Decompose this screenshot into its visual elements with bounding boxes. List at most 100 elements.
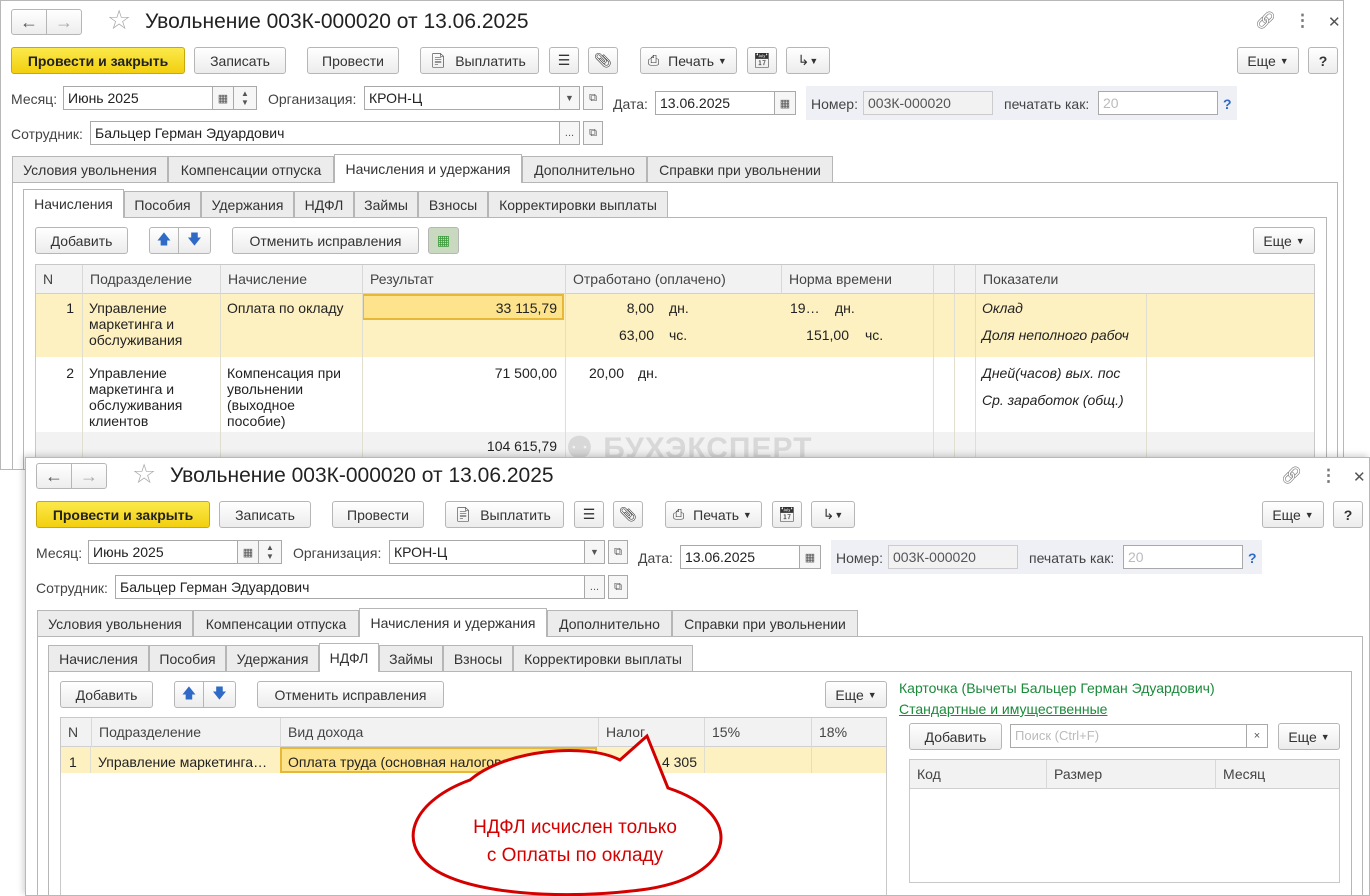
tab-additional[interactable]: Дополнительно xyxy=(547,610,672,637)
tab-accruals-deductions[interactable]: Начисления и удержания xyxy=(359,608,547,637)
subtab-benefits[interactable]: Пособия xyxy=(149,645,226,672)
month-input[interactable]: Июнь 2025 xyxy=(63,86,213,110)
organization-input[interactable]: КРОН-Ц xyxy=(389,540,605,564)
back-arrow-icon[interactable]: ← xyxy=(36,463,72,489)
subtab-payment-corrections[interactable]: Корректировки выплаты xyxy=(488,191,668,218)
subtab-loans[interactable]: Займы xyxy=(354,191,418,218)
report-icon[interactable]: ☰ xyxy=(574,501,604,528)
pay-button[interactable]: 📄︎ Выплатить xyxy=(445,501,564,528)
open-icon[interactable]: ⧉ xyxy=(583,121,603,145)
favorite-star-icon[interactable]: ☆ xyxy=(132,461,156,488)
menu-dots-icon[interactable]: ⋮ xyxy=(1320,467,1337,484)
open-icon[interactable]: ⧉ xyxy=(583,86,603,110)
tab-dismissal-certificates[interactable]: Справки при увольнении xyxy=(647,156,833,183)
column-header[interactable]: Отработано (оплачено) xyxy=(565,265,781,294)
tab-vacation-compensation[interactable]: Компенсации отпуска xyxy=(168,156,334,183)
help-button[interactable]: ? xyxy=(1308,47,1338,74)
more-button[interactable]: Еще ▼ xyxy=(1262,501,1324,528)
close-icon[interactable]: ✕ xyxy=(1328,13,1341,31)
month-stepper[interactable]: ▲ ▼ xyxy=(258,540,282,564)
tab-dismissal-conditions[interactable]: Условия увольнения xyxy=(37,610,193,637)
column-header[interactable]: Результат xyxy=(362,265,565,294)
deductions-add-button[interactable]: Добавить xyxy=(909,723,1002,750)
print-button[interactable]: ⎙ Печать ▼ xyxy=(665,501,762,528)
attachment-icon[interactable]: 📎︎ xyxy=(613,501,643,528)
open-icon[interactable]: ⧉ xyxy=(608,575,628,599)
dropdown-arrow-icon[interactable]: ▼ xyxy=(584,540,605,564)
organization-input[interactable]: КРОН-Ц xyxy=(364,86,580,110)
column-header[interactable]: Месяц xyxy=(1215,760,1339,789)
create-based-on-icon[interactable]: ↳ ▼ xyxy=(811,501,855,528)
post-and-close-button[interactable]: Провести и закрыть xyxy=(11,47,185,74)
print-button[interactable]: ⎙ Печать ▼ xyxy=(640,47,737,74)
grid-more-button[interactable]: Еще ▼ xyxy=(1253,227,1315,254)
menu-dots-icon[interactable]: ⋮ xyxy=(1294,12,1311,29)
subtab-deductions[interactable]: Удержания xyxy=(201,191,294,218)
pay-button[interactable]: 📄︎ Выплатить xyxy=(420,47,539,74)
tab-vacation-compensation[interactable]: Компенсации отпуска xyxy=(193,610,359,637)
subtab-accruals[interactable]: Начисления xyxy=(48,645,149,672)
back-arrow-icon[interactable]: ← xyxy=(11,9,47,35)
date-input[interactable]: 13.06.2025 xyxy=(680,545,800,569)
open-icon[interactable]: ⧉ xyxy=(608,540,628,564)
date-input[interactable]: 13.06.2025 xyxy=(655,91,775,115)
move-down-icon[interactable]: 🡇 xyxy=(178,227,211,254)
subtab-payment-corrections[interactable]: Корректировки выплаты xyxy=(513,645,693,672)
cancel-corrections-button[interactable]: Отменить исправления xyxy=(257,681,444,708)
dropdown-arrow-icon[interactable]: ▼ xyxy=(559,86,580,110)
tab-additional[interactable]: Дополнительно xyxy=(522,156,647,183)
help-question-icon[interactable]: ? xyxy=(1248,550,1257,566)
more-button[interactable]: Еще ▼ xyxy=(1237,47,1299,74)
deductions-more-button[interactable]: Еще ▼ xyxy=(1278,723,1340,750)
card-link[interactable]: Карточка (Вычеты Бальцер Герман Эдуардов… xyxy=(899,680,1215,696)
tab-accruals-deductions[interactable]: Начисления и удержания xyxy=(334,154,522,183)
subtab-ndfl[interactable]: НДФЛ xyxy=(294,191,354,218)
post-button[interactable]: Провести xyxy=(332,501,424,528)
employee-input[interactable]: Бальцер Герман Эдуардович xyxy=(115,575,605,599)
column-header[interactable]: Начисление xyxy=(220,265,362,294)
tab-dismissal-certificates[interactable]: Справки при увольнении xyxy=(672,610,858,637)
subtab-ndfl[interactable]: НДФЛ xyxy=(319,643,379,672)
subtab-deductions[interactable]: Удержания xyxy=(226,645,319,672)
move-up-icon[interactable]: 🡅 xyxy=(174,681,204,708)
standard-deductions-link[interactable]: Стандартные и имущественные xyxy=(899,701,1107,717)
post-button[interactable]: Провести xyxy=(307,47,399,74)
grid-more-button[interactable]: Еще ▼ xyxy=(825,681,887,708)
month-stepper[interactable]: ▲ ▼ xyxy=(233,86,257,110)
close-icon[interactable]: ✕ xyxy=(1353,468,1366,486)
subtab-accruals[interactable]: Начисления xyxy=(23,189,124,218)
column-header[interactable]: Код xyxy=(910,760,1046,789)
subtab-loans[interactable]: Займы xyxy=(379,645,443,672)
calendar-icon[interactable]: ▦ xyxy=(237,540,259,564)
column-header[interactable]: Показатели xyxy=(975,265,1314,294)
column-header[interactable]: N xyxy=(61,718,91,747)
subtab-contributions[interactable]: Взносы xyxy=(443,645,513,672)
employee-input[interactable]: Бальцер Герман Эдуардович xyxy=(90,121,580,145)
move-down-icon[interactable]: 🡇 xyxy=(203,681,236,708)
column-header[interactable]: Норма времени xyxy=(781,265,933,294)
number-input[interactable]: 003К-000020 xyxy=(888,545,1018,569)
number-input[interactable]: 003К-000020 xyxy=(863,91,993,115)
calendar-icon[interactable]: ▦ xyxy=(212,86,234,110)
print-as-input[interactable]: 20 xyxy=(1098,91,1218,115)
link-icon[interactable]: 🔗︎ xyxy=(1281,467,1303,484)
calendar-icon[interactable]: ▦ xyxy=(799,545,821,569)
forward-arrow-icon[interactable]: → xyxy=(46,9,82,35)
cancel-corrections-button[interactable]: Отменить исправления xyxy=(232,227,419,254)
column-header[interactable]: 18% xyxy=(811,718,886,747)
table-add-icon[interactable]: ▦ xyxy=(428,227,459,254)
report-icon[interactable]: ☰ xyxy=(549,47,579,74)
save-button[interactable]: Записать xyxy=(194,47,286,74)
month-input[interactable]: Июнь 2025 xyxy=(88,540,238,564)
add-button[interactable]: Добавить xyxy=(60,681,153,708)
add-button[interactable]: Добавить xyxy=(35,227,128,254)
column-header[interactable]: Подразделение xyxy=(91,718,280,747)
move-up-icon[interactable]: 🡅 xyxy=(149,227,179,254)
post-and-close-button[interactable]: Провести и закрыть xyxy=(36,501,210,528)
forward-arrow-icon[interactable]: → xyxy=(71,463,107,489)
document-clock-icon[interactable]: 📅︎ xyxy=(747,47,777,74)
help-button[interactable]: ? xyxy=(1333,501,1363,528)
save-button[interactable]: Записать xyxy=(219,501,311,528)
print-as-input[interactable]: 20 xyxy=(1123,545,1243,569)
column-header[interactable]: N xyxy=(36,265,82,294)
